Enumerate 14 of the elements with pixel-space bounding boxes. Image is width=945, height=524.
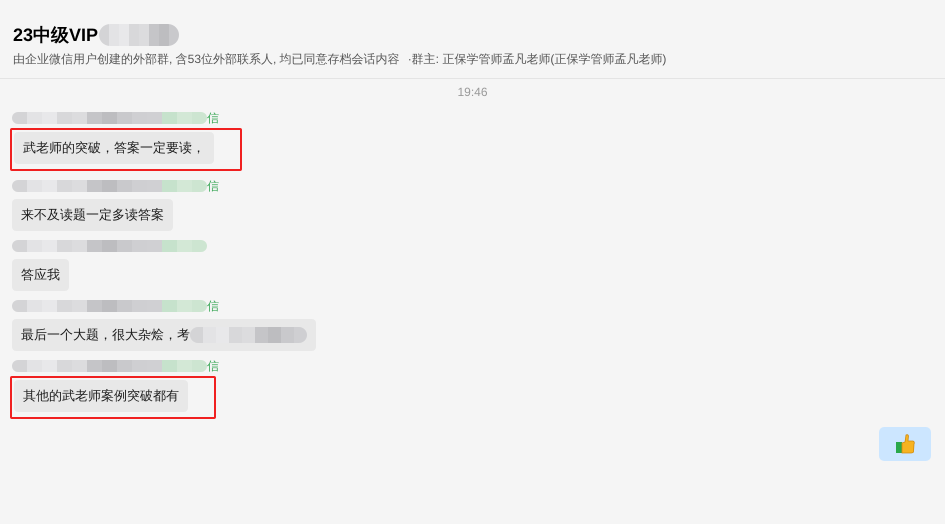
message-text: 其他的武老师案例突破都有 xyxy=(23,387,179,406)
sender-name: 信 xyxy=(207,300,219,312)
message-text: 最后一个大题，很大杂烩，考 xyxy=(21,326,190,344)
sender-name: 信 xyxy=(207,180,219,192)
thumbs-up-icon xyxy=(895,433,915,455)
timestamp: 19:46 xyxy=(457,84,488,101)
sender-name: 信 xyxy=(207,360,219,372)
message-text: 来不及读题一定多读答案 xyxy=(21,206,164,224)
message-text: 答应我 xyxy=(21,266,60,284)
message-text: 武老师的突破，答案一定要读， xyxy=(23,139,205,158)
group-title: 23中级VIP xyxy=(13,24,98,46)
group-description: 由企业微信用户创建的外部群, 含53位外部联系人, 均已同意存档会话内容 xyxy=(13,51,400,68)
group-owner: ·群主: 正保学管师孟凡老师(正保学管师孟凡老师) xyxy=(408,51,666,68)
sender-name: 信 xyxy=(207,112,219,124)
